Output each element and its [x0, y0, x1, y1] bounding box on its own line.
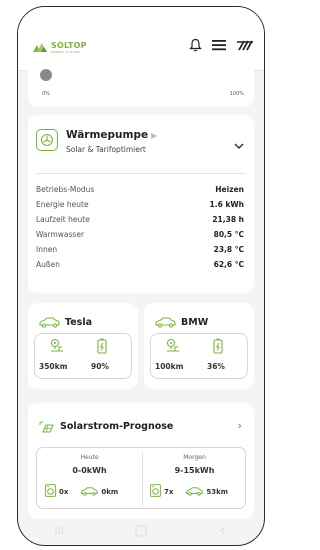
car-battery: 90%	[91, 362, 109, 371]
stat-row-hot-water: Warmwasser 80,5 °C	[28, 230, 254, 244]
system-nav-bar	[18, 517, 264, 545]
stat-row-runtime: Laufzeit heute 21,38 h	[28, 215, 254, 229]
car-icon	[38, 313, 60, 332]
back-icon[interactable]	[218, 526, 228, 536]
heat-pump-title-text: Wärmepumpe	[66, 129, 149, 141]
stat-label: Warmwasser	[36, 230, 85, 239]
stat-label: Außen	[36, 260, 60, 269]
heat-pump-brand-icon[interactable]	[236, 39, 254, 51]
stat-row-outdoor: Außen 62,6 °C	[28, 260, 254, 274]
car-status-box: 350km 90%	[34, 333, 132, 379]
forecast-tomorrow: Morgen 9-15kWh 7x 53km	[142, 448, 247, 510]
brand-name: SOLTOP	[51, 41, 87, 50]
car-icon	[154, 313, 176, 332]
car-status-box: 100km 36%	[150, 333, 248, 379]
forecast-km: 53km	[206, 487, 229, 496]
phone-frame: SOLTOP ENERGY SYSTEM 0% 100% Wärmepumpe ▶…	[17, 6, 265, 546]
forecast-washes: 0x	[59, 487, 69, 496]
stat-label: Betriebs-Modus	[36, 185, 95, 194]
stat-row-mode: Betriebs-Modus Heizen	[28, 185, 254, 199]
stat-value: 21,38 h	[212, 215, 244, 224]
power-slider-card: 0% 100%	[28, 57, 254, 107]
battery-charging-icon	[97, 338, 107, 358]
car-range: 350km	[39, 362, 68, 371]
home-icon[interactable]	[135, 525, 147, 537]
stat-row-indoor: Innen 23,8 °C	[28, 245, 254, 259]
heat-pump-card[interactable]: Wärmepumpe ▶ Solar & Tarifoptimiert Betri…	[28, 115, 254, 293]
forecast-today: Heute 0-0kWh 0x 0km	[37, 448, 142, 510]
car-card-tesla[interactable]: Tesla 350km 90%	[28, 303, 138, 389]
slider-max-label: 100%	[229, 91, 244, 97]
forecast-km: 0km	[101, 487, 119, 496]
stat-label: Laufzeit heute	[36, 215, 90, 224]
forecast-kwh: 0-0kWh	[72, 466, 107, 475]
washing-machine-icon	[150, 484, 161, 499]
brand-tagline: ENERGY SYSTEM	[51, 50, 80, 54]
stat-value: 80,5 °C	[213, 230, 244, 239]
slider-handle[interactable]	[40, 69, 52, 81]
car-range: 100km	[155, 362, 184, 371]
car-battery: 36%	[207, 362, 225, 371]
divider	[36, 173, 246, 174]
car-name: BMW	[181, 317, 209, 328]
battery-charging-icon	[213, 338, 223, 358]
range-pin-icon	[165, 338, 181, 358]
solar-panel-icon	[38, 419, 54, 438]
logo-mark-icon	[33, 43, 47, 52]
solar-forecast-card[interactable]: Solarstrom-Prognose › Heute 0-0kWh 0x 0k…	[28, 403, 254, 519]
stat-value: 62,6 °C	[213, 260, 244, 269]
car-icon	[80, 486, 99, 498]
heat-pump-title: Wärmepumpe ▶	[66, 129, 157, 141]
soltop-logo[interactable]: SOLTOP ENERGY SYSTEM	[32, 41, 87, 54]
bell-icon[interactable]	[189, 38, 202, 52]
solar-forecast-title: Solarstrom-Prognose	[60, 421, 174, 432]
stat-value: 23,8 °C	[213, 245, 244, 254]
forecast-kwh: 9-15kWh	[174, 466, 215, 475]
solar-forecast-box: Heute 0-0kWh 0x 0km Morgen 9-15kWh 7x 53…	[36, 447, 246, 509]
forecast-washes: 7x	[164, 487, 174, 496]
slider-min-label: 0%	[42, 91, 50, 97]
chevron-right-icon[interactable]: ›	[237, 419, 242, 432]
heat-pump-icon	[36, 129, 58, 151]
forecast-day-label: Morgen	[183, 454, 206, 461]
play-icon: ▶	[151, 131, 158, 140]
car-icon	[185, 486, 204, 498]
car-name: Tesla	[65, 317, 92, 328]
stat-value: Heizen	[215, 185, 244, 194]
forecast-day-label: Heute	[80, 454, 99, 461]
stat-label: Energie heute	[36, 200, 89, 209]
car-card-bmw[interactable]: BMW 100km 36%	[144, 303, 254, 389]
washing-machine-icon	[45, 484, 56, 499]
chevron-down-icon[interactable]	[234, 135, 244, 154]
heat-pump-subtitle: Solar & Tarifoptimiert	[66, 145, 146, 154]
range-pin-icon	[49, 338, 65, 358]
stat-value: 1.6 kWh	[209, 200, 245, 209]
recent-apps-icon[interactable]	[54, 526, 64, 536]
menu-icon[interactable]	[212, 39, 226, 51]
stat-label: Innen	[36, 245, 58, 254]
stat-row-energy: Energie heute 1.6 kWh	[28, 200, 254, 214]
